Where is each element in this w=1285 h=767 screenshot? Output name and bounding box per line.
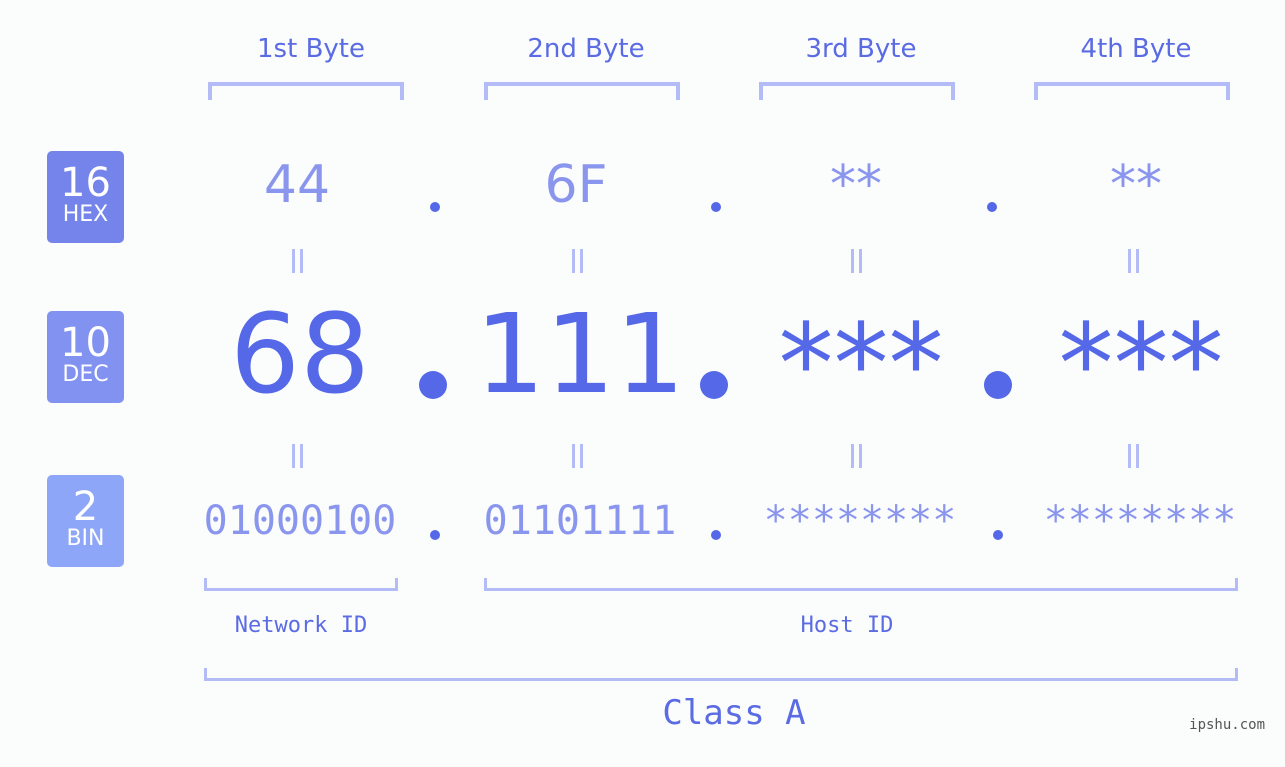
byte-header-1: 1st Byte bbox=[257, 34, 365, 64]
bin-byte-3: ******** bbox=[763, 498, 957, 544]
equals-icon bbox=[572, 249, 586, 273]
equals-icon bbox=[292, 249, 306, 273]
dec-badge: 10 DEC bbox=[47, 311, 124, 403]
bin-badge: 2 BIN bbox=[47, 475, 124, 567]
equals-icon bbox=[851, 444, 865, 468]
byte-bracket-4 bbox=[1034, 82, 1230, 100]
equals-icon bbox=[1128, 249, 1142, 273]
watermark: ipshu.com bbox=[1189, 717, 1265, 733]
byte-header-2: 2nd Byte bbox=[527, 34, 645, 64]
dec-byte-1: 68 bbox=[230, 290, 370, 418]
bin-byte-2: 01101111 bbox=[483, 498, 677, 544]
dec-byte-4: *** bbox=[1058, 300, 1224, 428]
dec-byte-2: 111 bbox=[475, 290, 685, 418]
byte-bracket-3 bbox=[759, 82, 955, 100]
dec-dot-1 bbox=[419, 371, 447, 399]
bin-badge-number: 2 bbox=[72, 484, 99, 530]
dec-badge-label: DEC bbox=[62, 362, 109, 387]
host-id-bracket bbox=[484, 578, 1238, 591]
hex-badge-label: HEX bbox=[62, 202, 109, 227]
class-label: Class A bbox=[662, 693, 806, 733]
bin-byte-1: 01000100 bbox=[203, 498, 397, 544]
bin-dot-1 bbox=[430, 530, 440, 540]
bin-badge-label: BIN bbox=[66, 526, 105, 551]
byte-bracket-2 bbox=[484, 82, 680, 100]
network-id-bracket bbox=[204, 578, 398, 591]
hex-byte-4: ** bbox=[1110, 155, 1162, 215]
equals-icon bbox=[292, 444, 306, 468]
dec-dot-2 bbox=[700, 371, 728, 399]
dec-badge-number: 10 bbox=[60, 320, 111, 366]
hex-dot-1 bbox=[430, 202, 440, 212]
hex-byte-1: 44 bbox=[263, 155, 331, 215]
bin-dot-2 bbox=[711, 530, 721, 540]
network-id-label: Network ID bbox=[234, 613, 368, 638]
byte-header-3: 3rd Byte bbox=[805, 34, 917, 64]
byte-bracket-1 bbox=[208, 82, 404, 100]
hex-dot-2 bbox=[711, 202, 721, 212]
hex-byte-3: ** bbox=[830, 155, 882, 215]
equals-icon bbox=[851, 249, 865, 273]
dec-dot-3 bbox=[984, 371, 1012, 399]
equals-icon bbox=[572, 444, 586, 468]
byte-header-4: 4th Byte bbox=[1080, 34, 1192, 64]
dec-byte-3: *** bbox=[778, 300, 944, 428]
class-bracket bbox=[204, 668, 1238, 681]
hex-badge-number: 16 bbox=[60, 160, 111, 206]
host-id-label: Host ID bbox=[800, 613, 894, 638]
equals-icon bbox=[1128, 444, 1142, 468]
hex-dot-3 bbox=[987, 202, 997, 212]
bin-byte-4: ******** bbox=[1043, 498, 1237, 544]
bin-dot-3 bbox=[993, 530, 1003, 540]
hex-byte-2: 6F bbox=[544, 155, 608, 215]
hex-badge: 16 HEX bbox=[47, 151, 124, 243]
